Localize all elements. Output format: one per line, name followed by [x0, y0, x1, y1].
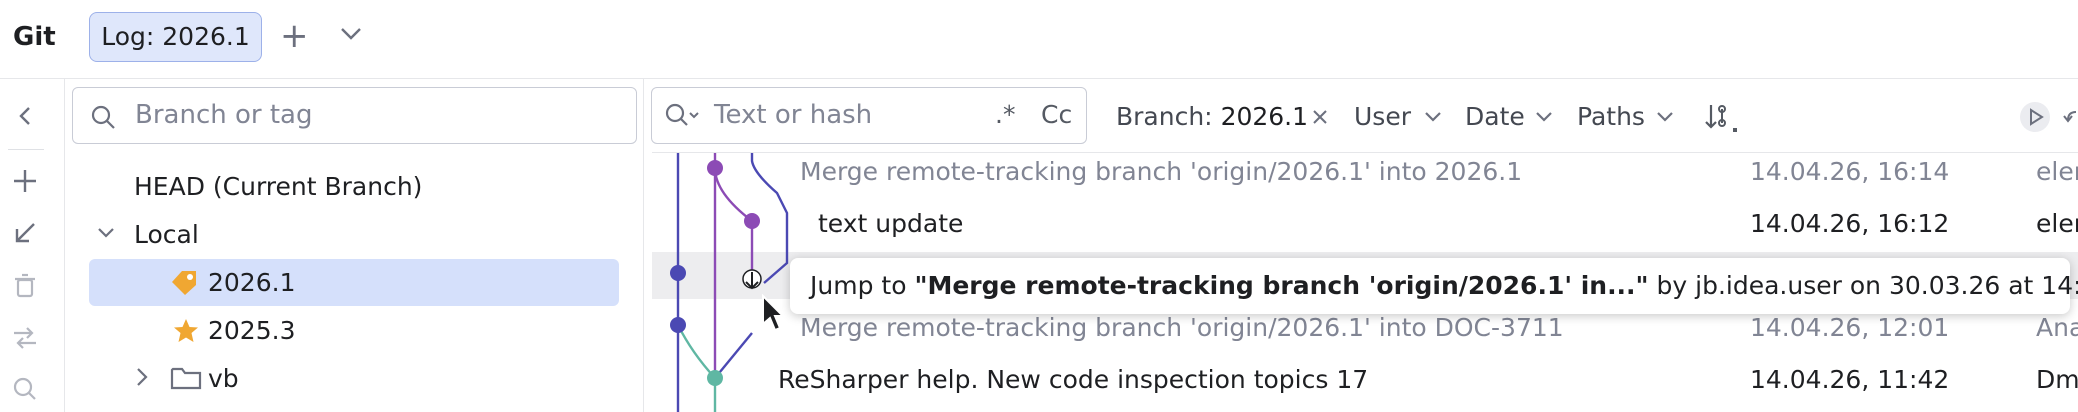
app-title: Git: [13, 22, 56, 52]
clear-filter-icon[interactable]: [1311, 108, 1329, 126]
tooltip-user: jb.idea.user: [1695, 271, 1842, 300]
commit-date: 14.04.26, 16:14: [1750, 157, 1950, 186]
commit-author: Ana: [2036, 313, 2078, 342]
log-search-input[interactable]: Text or hash: [714, 100, 872, 130]
commit-author: elen: [2036, 157, 2078, 186]
tooltip-target: "Merge remote-tracking branch 'origin/20…: [914, 271, 1649, 300]
compare-icon[interactable]: [8, 321, 42, 355]
tooltip-when: on 30.03.26 at 14:28: [1849, 271, 2078, 300]
tag-icon: [172, 271, 196, 295]
commit-author: Dmi: [2036, 365, 2078, 394]
star-icon: [174, 319, 198, 342]
regex-toggle[interactable]: .*: [995, 100, 1015, 129]
paths-filter[interactable]: Paths: [1577, 102, 1645, 131]
folder-icon: [170, 367, 202, 390]
chevron-down-icon[interactable]: [96, 226, 116, 240]
tooltip-by: by: [1648, 271, 1696, 300]
chevron-right-icon[interactable]: [134, 366, 150, 388]
commit-date: 14.04.26, 11:42: [1750, 365, 1950, 394]
commit-message[interactable]: ReSharper help. New code inspection topi…: [778, 365, 1368, 394]
tree-folder-vb[interactable]: vb: [208, 364, 239, 393]
date-filter[interactable]: Date: [1465, 102, 1525, 131]
commit-message[interactable]: Merge remote-tracking branch 'origin/202…: [800, 313, 1564, 342]
header-divider: [652, 152, 2078, 153]
jump-tooltip: Jump to "Merge remote-tracking branch 'o…: [790, 258, 2078, 314]
tree-local[interactable]: Local: [134, 220, 199, 249]
undo-icon[interactable]: [2062, 104, 2078, 130]
checkout-icon[interactable]: [8, 216, 42, 250]
tab-log[interactable]: Log: 2026.1: [89, 12, 262, 62]
delete-icon[interactable]: [8, 269, 42, 303]
jump-arrow-icon[interactable]: [741, 268, 763, 298]
branch-filter-value: 2026.1: [1220, 102, 1309, 131]
mouse-cursor-icon: [762, 294, 785, 332]
chevron-left-icon[interactable]: [8, 99, 42, 133]
tooltip-prefix: Jump to: [810, 271, 915, 300]
chevron-down-icon[interactable]: [340, 26, 362, 42]
add-icon[interactable]: [8, 164, 42, 198]
top-bar: [0, 0, 2078, 79]
tree-item-2026-1[interactable]: 2026.1: [208, 268, 295, 297]
chevron-down-icon[interactable]: [1656, 110, 1674, 124]
search-history-icon[interactable]: [664, 102, 700, 130]
chevron-down-icon[interactable]: [1535, 110, 1553, 124]
add-tab-icon[interactable]: +: [280, 16, 309, 56]
commit-message[interactable]: text update: [818, 209, 963, 238]
sort-icon[interactable]: [1703, 101, 1739, 135]
branch-search-input[interactable]: Branch or tag: [135, 100, 312, 130]
commit-author: elen: [2036, 209, 2078, 238]
commit-message[interactable]: Merge remote-tracking branch 'origin/202…: [800, 157, 1522, 186]
search-icon[interactable]: [8, 372, 42, 406]
branch-filter-label: Branch:: [1116, 102, 1213, 131]
tree-item-2025-3[interactable]: 2025.3: [208, 316, 295, 345]
tree-head[interactable]: HEAD (Current Branch): [134, 172, 422, 201]
toolbar-separator: [8, 149, 44, 150]
commit-date: 14.04.26, 12:01: [1750, 313, 1950, 342]
branch-filter[interactable]: Branch: 2026.1: [1116, 102, 1308, 131]
match-case-toggle[interactable]: Cc: [1041, 100, 1072, 129]
commit-date: 14.04.26, 16:12: [1750, 209, 1950, 238]
chevron-down-icon[interactable]: [1424, 110, 1442, 124]
play-icon[interactable]: [2018, 100, 2052, 134]
search-icon: [91, 105, 115, 129]
user-filter[interactable]: User: [1354, 102, 1411, 131]
